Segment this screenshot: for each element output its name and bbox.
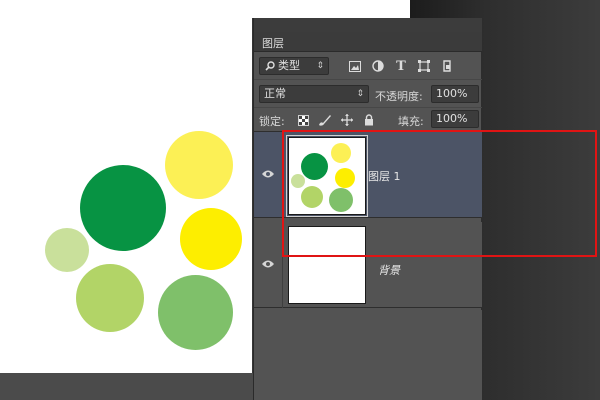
image-filter-icon[interactable] — [346, 57, 364, 75]
lock-transparent-icon[interactable] — [294, 111, 312, 129]
tab-layers[interactable]: 图层 — [254, 32, 482, 52]
layer-visibility-toggle[interactable] — [260, 256, 276, 272]
blend-opacity-row: 正常 ⇕ 不透明度: 100% — [254, 80, 482, 108]
lime-green-circle — [76, 264, 144, 332]
document-canvas[interactable] — [0, 0, 252, 373]
fill-input[interactable]: 100% — [431, 110, 479, 128]
lock-all-icon[interactable] — [360, 111, 378, 129]
light-yellow-circle — [165, 131, 233, 199]
lock-fill-row: 锁定: 填充: 100% — [254, 108, 482, 132]
dark-green-circle — [80, 165, 166, 251]
fill-label: 填充: — [398, 115, 424, 128]
layer-visibility-toggle[interactable] — [260, 166, 276, 182]
layer-name[interactable]: 背景 — [378, 262, 400, 278]
canvas-top-strip — [252, 0, 410, 18]
blend-mode-value: 正常 — [264, 87, 286, 100]
lock-brush-icon[interactable] — [316, 111, 334, 129]
tab-layers-label: 图层 — [262, 37, 284, 50]
mid-green-circle — [158, 275, 233, 350]
eye-icon — [262, 260, 274, 268]
filter-type-label: 类型 — [278, 59, 300, 72]
shape-filter-icon[interactable] — [415, 57, 433, 75]
chevron-updown-icon: ⇕ — [316, 61, 324, 71]
type-filter-icon[interactable]: T — [392, 57, 410, 75]
lock-move-icon[interactable] — [338, 111, 356, 129]
panel-header-bar — [254, 18, 482, 32]
blend-mode-dropdown[interactable]: 正常 ⇕ — [259, 85, 369, 103]
search-icon — [265, 61, 275, 71]
pale-green-circle — [45, 228, 89, 272]
layers-empty-area — [254, 310, 482, 400]
eye-icon — [262, 170, 274, 178]
lock-label: 锁定: — [259, 115, 285, 128]
smart-object-filter-icon[interactable] — [438, 57, 456, 75]
fill-value: 100% — [436, 112, 468, 125]
opacity-value: 100% — [436, 87, 468, 100]
yellow-circle — [180, 208, 242, 270]
opacity-label: 不透明度: — [375, 90, 423, 103]
adjustment-filter-icon[interactable] — [369, 57, 387, 75]
filter-type-dropdown[interactable]: 类型 ⇕ — [259, 57, 329, 75]
layer-filter-row: 类型 ⇕ T — [254, 52, 482, 80]
chevron-updown-icon: ⇕ — [356, 89, 364, 99]
opacity-input[interactable]: 100% — [431, 85, 479, 103]
highlight-annotation-box — [282, 130, 597, 257]
